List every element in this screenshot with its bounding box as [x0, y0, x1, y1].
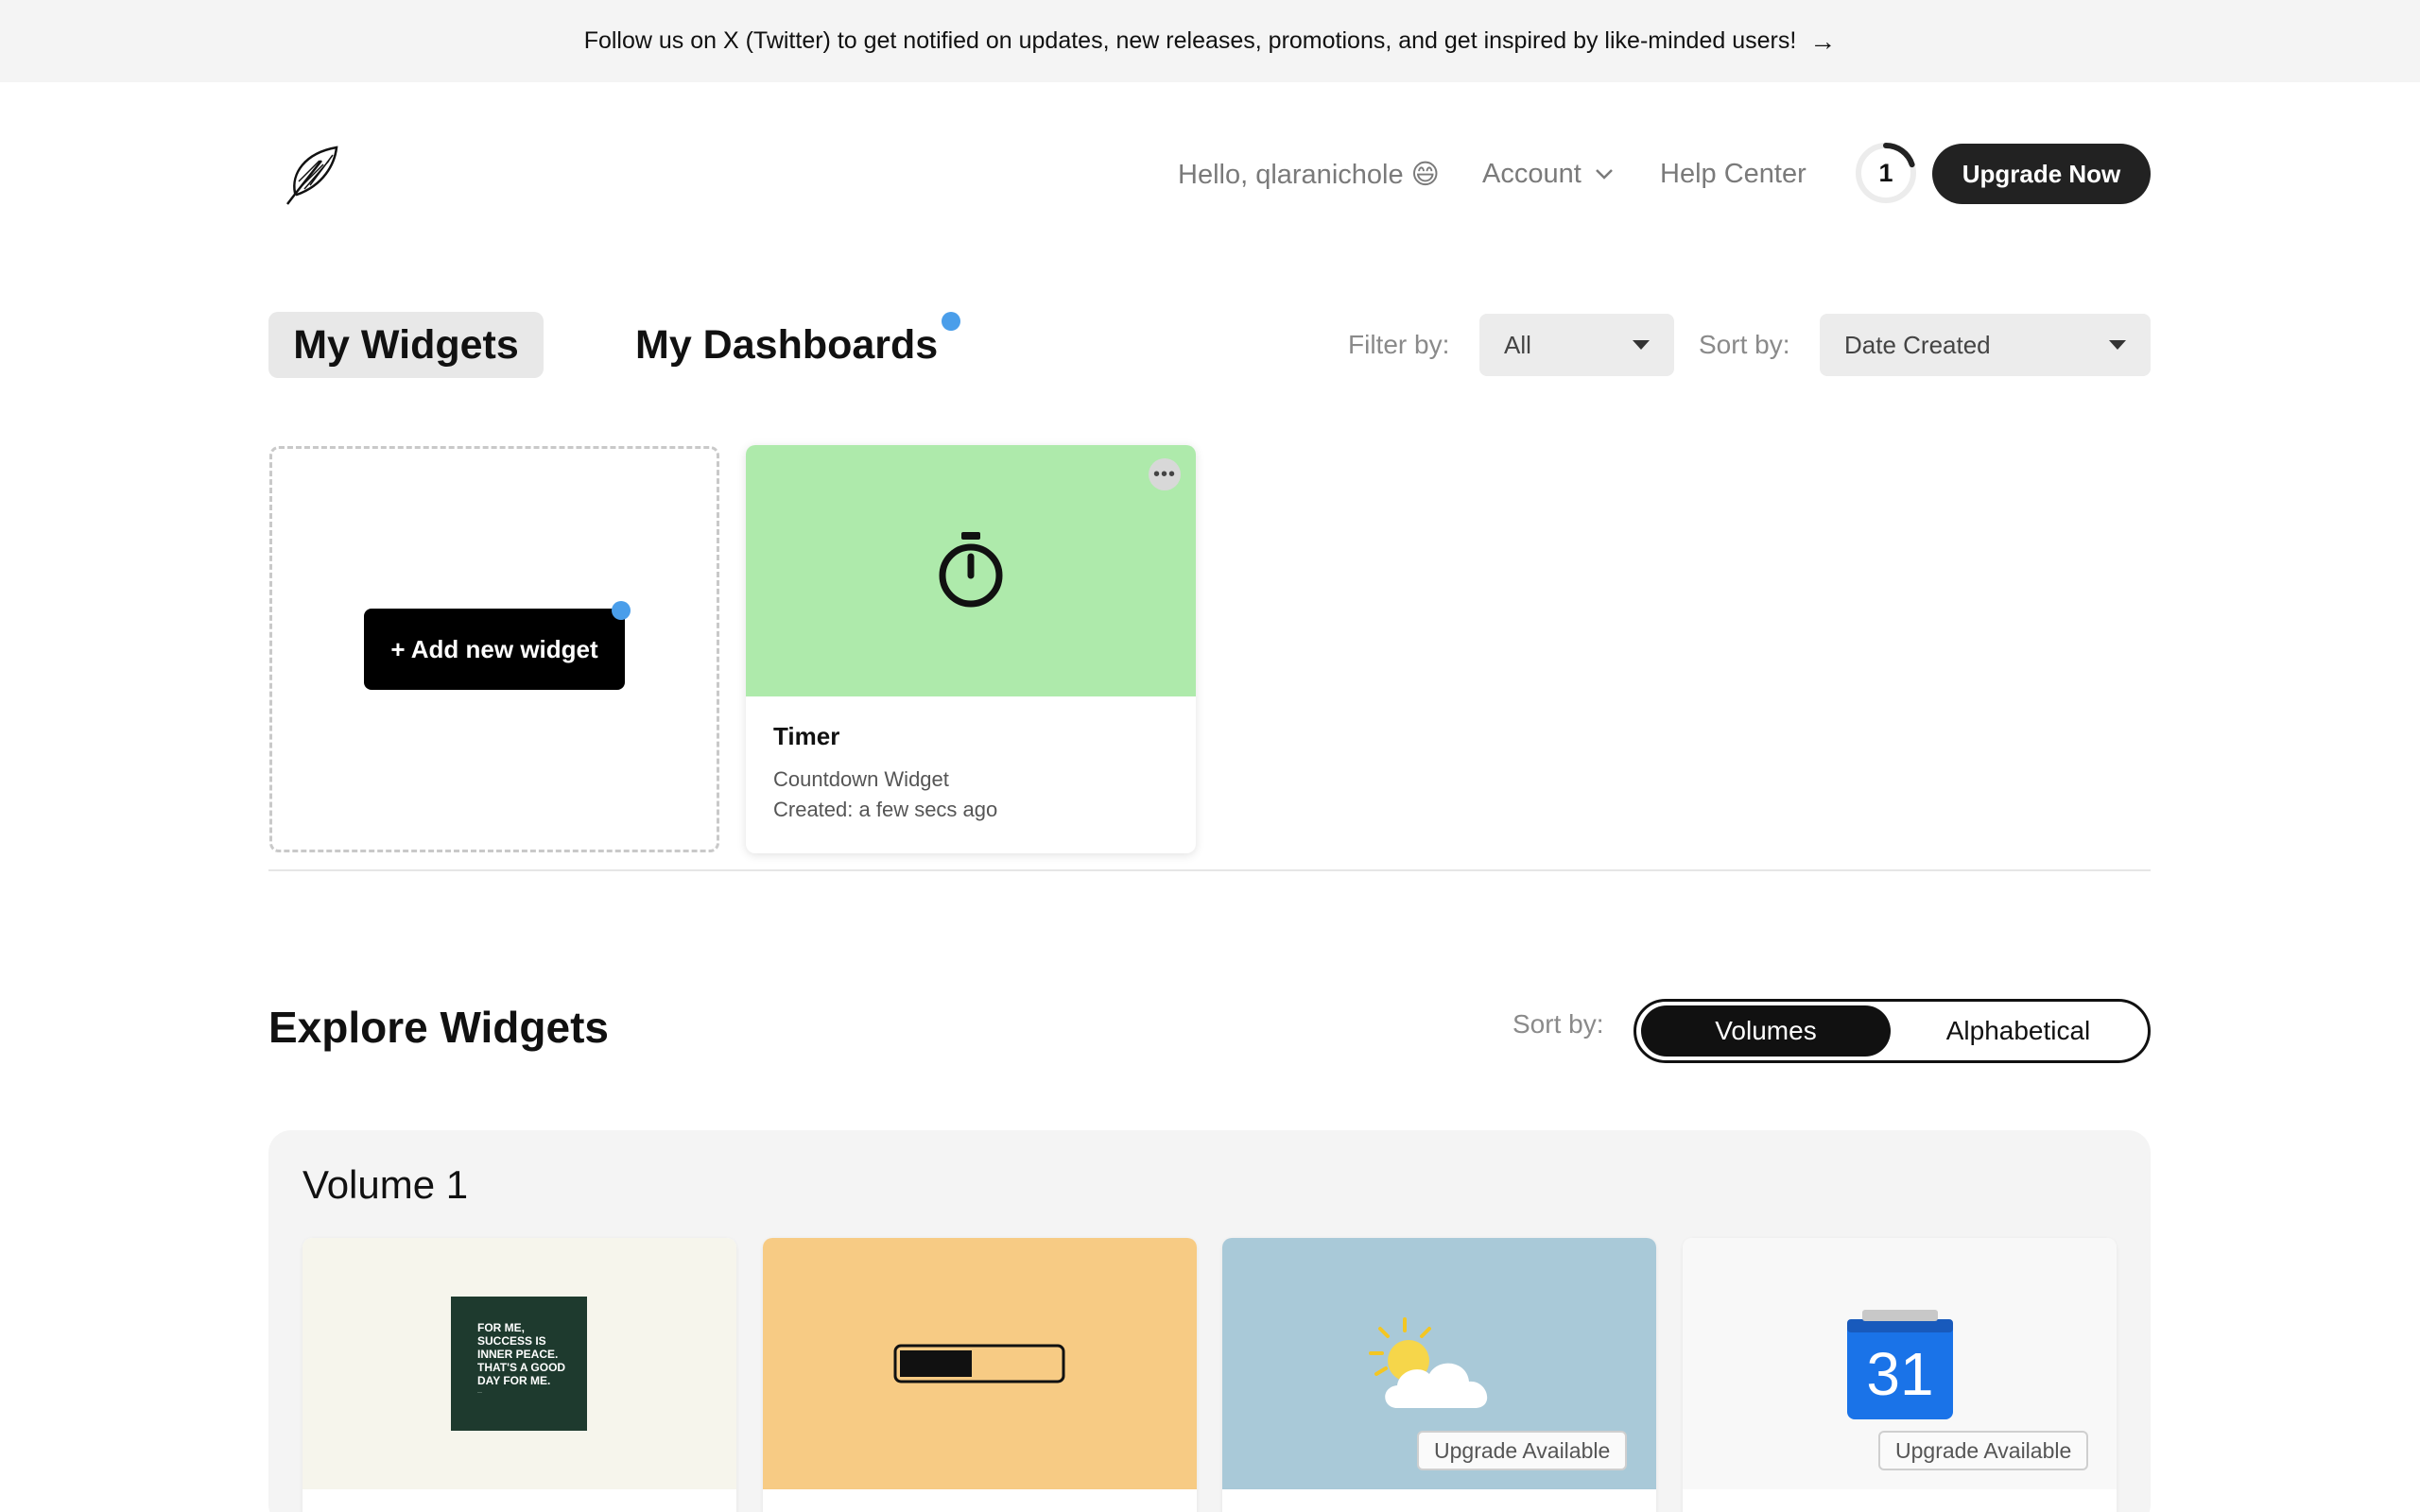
banner-text[interactable]: Follow us on X (Twitter) to get notified…	[584, 27, 1797, 55]
widget-type: Countdown Widget	[773, 767, 949, 791]
quote-icon: FOR ME, SUCCESS IS INNER PEACE. THAT'S A…	[451, 1297, 587, 1431]
notification-dot	[612, 601, 631, 620]
arrow-right-icon[interactable]: →	[1809, 27, 1836, 55]
progress-bar-icon	[893, 1344, 1065, 1383]
tab-my-widgets[interactable]: My Widgets	[268, 312, 544, 378]
widget-title: Timer	[773, 722, 840, 750]
filter-value: All	[1504, 330, 1531, 359]
quote-text: FOR ME, SUCCESS IS INNER PEACE. THAT'S A…	[477, 1321, 566, 1387]
widget-thumbnail	[763, 1238, 1197, 1489]
filter-label: Filter by:	[1348, 330, 1450, 359]
volume-title: Volume 1	[302, 1162, 469, 1207]
help-center-link[interactable]: Help Center	[1660, 142, 1806, 206]
feather-icon[interactable]	[282, 144, 342, 208]
widget-thumbnail: Upgrade Available	[1222, 1238, 1656, 1489]
notification-dot	[942, 312, 960, 331]
upgrade-available-badge[interactable]: Upgrade Available	[1878, 1431, 2089, 1470]
sort-option-volumes[interactable]: Volumes	[1641, 1005, 1891, 1057]
widget-created: Created: a few secs ago	[773, 798, 998, 821]
widget-thumbnail: FOR ME, SUCCESS IS INNER PEACE. THAT'S A…	[302, 1238, 736, 1489]
explore-title: Explore Widgets	[268, 1003, 609, 1052]
sort-value: Date Created	[1844, 330, 1991, 359]
filter-select[interactable]: All	[1479, 314, 1674, 376]
sort-toggle[interactable]: Volumes Alphabetical	[1634, 999, 2151, 1063]
caret-down-icon	[1633, 340, 1650, 350]
upgrade-now-button[interactable]: Upgrade Now	[1932, 144, 2151, 204]
explore-widget-card-quote[interactable]: FOR ME, SUCCESS IS INNER PEACE. THAT'S A…	[302, 1238, 736, 1512]
explore-widget-card-weather[interactable]: Upgrade Available	[1222, 1238, 1656, 1512]
add-new-widget-button[interactable]: + Add new widget	[364, 609, 625, 690]
tab-my-dashboards[interactable]: My Dashboards	[635, 312, 938, 378]
calendar-icon: 31	[1847, 1310, 1953, 1419]
section-divider	[268, 869, 2151, 871]
quote-attribution: —	[477, 1390, 482, 1396]
explore-widget-card-calendar[interactable]: 31 Upgrade Available	[1683, 1238, 2117, 1512]
account-label: Account	[1482, 158, 1582, 189]
chevron-down-icon	[1595, 169, 1613, 180]
more-options-icon[interactable]: •••	[1149, 458, 1181, 490]
sort-select[interactable]: Date Created	[1820, 314, 2151, 376]
explore-widget-card-progress[interactable]	[763, 1238, 1197, 1512]
upgrade-available-badge[interactable]: Upgrade Available	[1417, 1431, 1628, 1470]
account-menu[interactable]: Account	[1482, 142, 1614, 206]
caret-down-icon	[2109, 340, 2126, 350]
widget-thumbnail: 31 Upgrade Available	[1683, 1238, 2117, 1489]
greeting: Hello, qlaranichole 😄	[1178, 159, 1440, 190]
announcement-banner[interactable]: Follow us on X (Twitter) to get notified…	[0, 0, 2420, 82]
credits-count: 1	[1878, 158, 1893, 187]
sort-label: Sort by:	[1699, 330, 1790, 359]
calendar-day: 31	[1866, 1340, 1933, 1408]
sort-option-alphabetical[interactable]: Alphabetical	[1893, 1005, 2143, 1057]
explore-sort-label: Sort by:	[1512, 1009, 1604, 1039]
partly-cloudy-icon	[1369, 1317, 1488, 1408]
widget-card-timer[interactable]: ••• Timer Countdown Widget Created: a fe…	[746, 445, 1196, 853]
stopwatch-icon	[933, 528, 1009, 618]
credits-indicator[interactable]: 1	[1855, 142, 1917, 204]
